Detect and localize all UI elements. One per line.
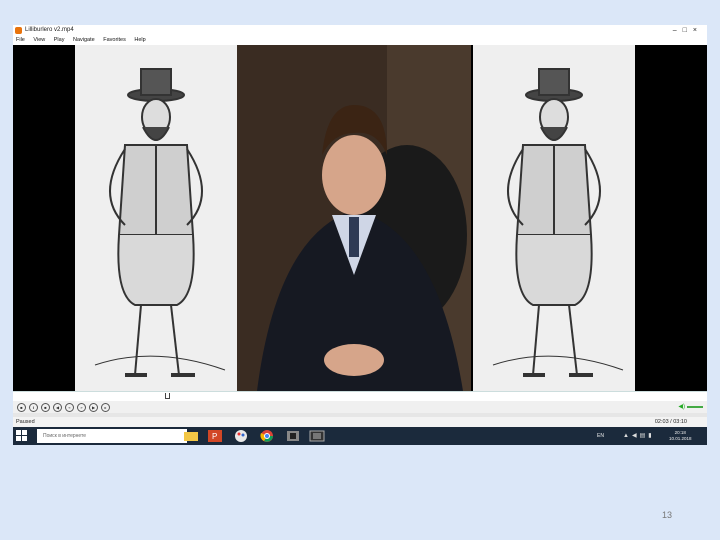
stop-icon[interactable]: ■ [17,403,26,412]
close-icon[interactable]: × [693,27,703,34]
taskbar-search[interactable]: Поиск в интернете [37,429,187,443]
taskbar-clock[interactable]: 20:18 10.01.2018 [669,430,692,442]
rewind-icon[interactable]: « [65,403,74,412]
media-app-icon[interactable] [285,429,301,443]
minimize-icon[interactable]: – [673,27,683,34]
slide-page-number: 13 [662,510,673,520]
taskbar: Поиск в интернете P EN ▲◀▤▮ 20:18 10.01.… [13,427,707,445]
search-placeholder: Поиск в интернете [43,433,87,439]
chrome-icon[interactable] [259,429,275,443]
menu-navigate[interactable]: Navigate [73,37,95,43]
menu-file[interactable]: File [16,37,25,43]
powerpoint-icon[interactable]: P [207,429,223,443]
paint-icon[interactable] [233,429,249,443]
woodcut-figure-right [473,45,635,391]
playback-controls: ■ ‖ ■ ◀ « » ▶ ▸ ◀) [13,401,707,413]
tray-arrow-icon[interactable]: ▲ [623,433,632,439]
menu-play[interactable]: Play [54,37,65,43]
menu-view[interactable]: View [33,37,45,43]
volume-tray-icon[interactable]: ◀ [632,433,640,439]
menu-help[interactable]: Help [134,37,145,43]
window-title: Lilliburlero v2.mp4 [25,27,74,33]
volume-icon[interactable]: ◀) [678,403,685,410]
speaker-video [237,45,471,391]
volume-slider[interactable] [687,406,703,408]
playback-state: Paused [16,419,35,425]
svg-text:P: P [212,432,217,441]
battery-icon[interactable]: ▮ [648,433,654,439]
media-player-icon [15,27,22,34]
title-bar: Lilliburlero v2.mp4 –□× [13,25,707,36]
video-area[interactable] [13,45,707,391]
next-icon[interactable]: ▶ [89,403,98,412]
previous-icon[interactable]: ◀ [53,403,62,412]
player-status-row: Paused 02:03 / 03:10 [13,417,707,427]
maximize-icon[interactable]: □ [683,27,693,34]
network-icon[interactable]: ▤ [640,433,649,439]
play-pause-icon[interactable]: ‖ [29,403,38,412]
forward-icon[interactable]: » [77,403,86,412]
menu-bar: File View Play Navigate Favorites Help [13,36,707,45]
woodcut-figure-left [75,45,237,391]
film-player-icon[interactable] [309,429,325,443]
windows-start-icon[interactable] [16,430,28,442]
clock-date: 10.01.2018 [669,436,692,441]
menu-favorites[interactable]: Favorites [103,37,126,43]
seek-handle[interactable] [165,393,170,399]
language-indicator[interactable]: EN [597,427,604,445]
playback-time: 02:03 / 03:10 [654,419,687,425]
media-player-window: Lilliburlero v2.mp4 –□× File View Play N… [13,25,707,417]
stop-button-icon[interactable]: ■ [41,403,50,412]
frame-step-icon[interactable]: ▸ [101,403,110,412]
file-explorer-icon[interactable] [183,429,199,443]
